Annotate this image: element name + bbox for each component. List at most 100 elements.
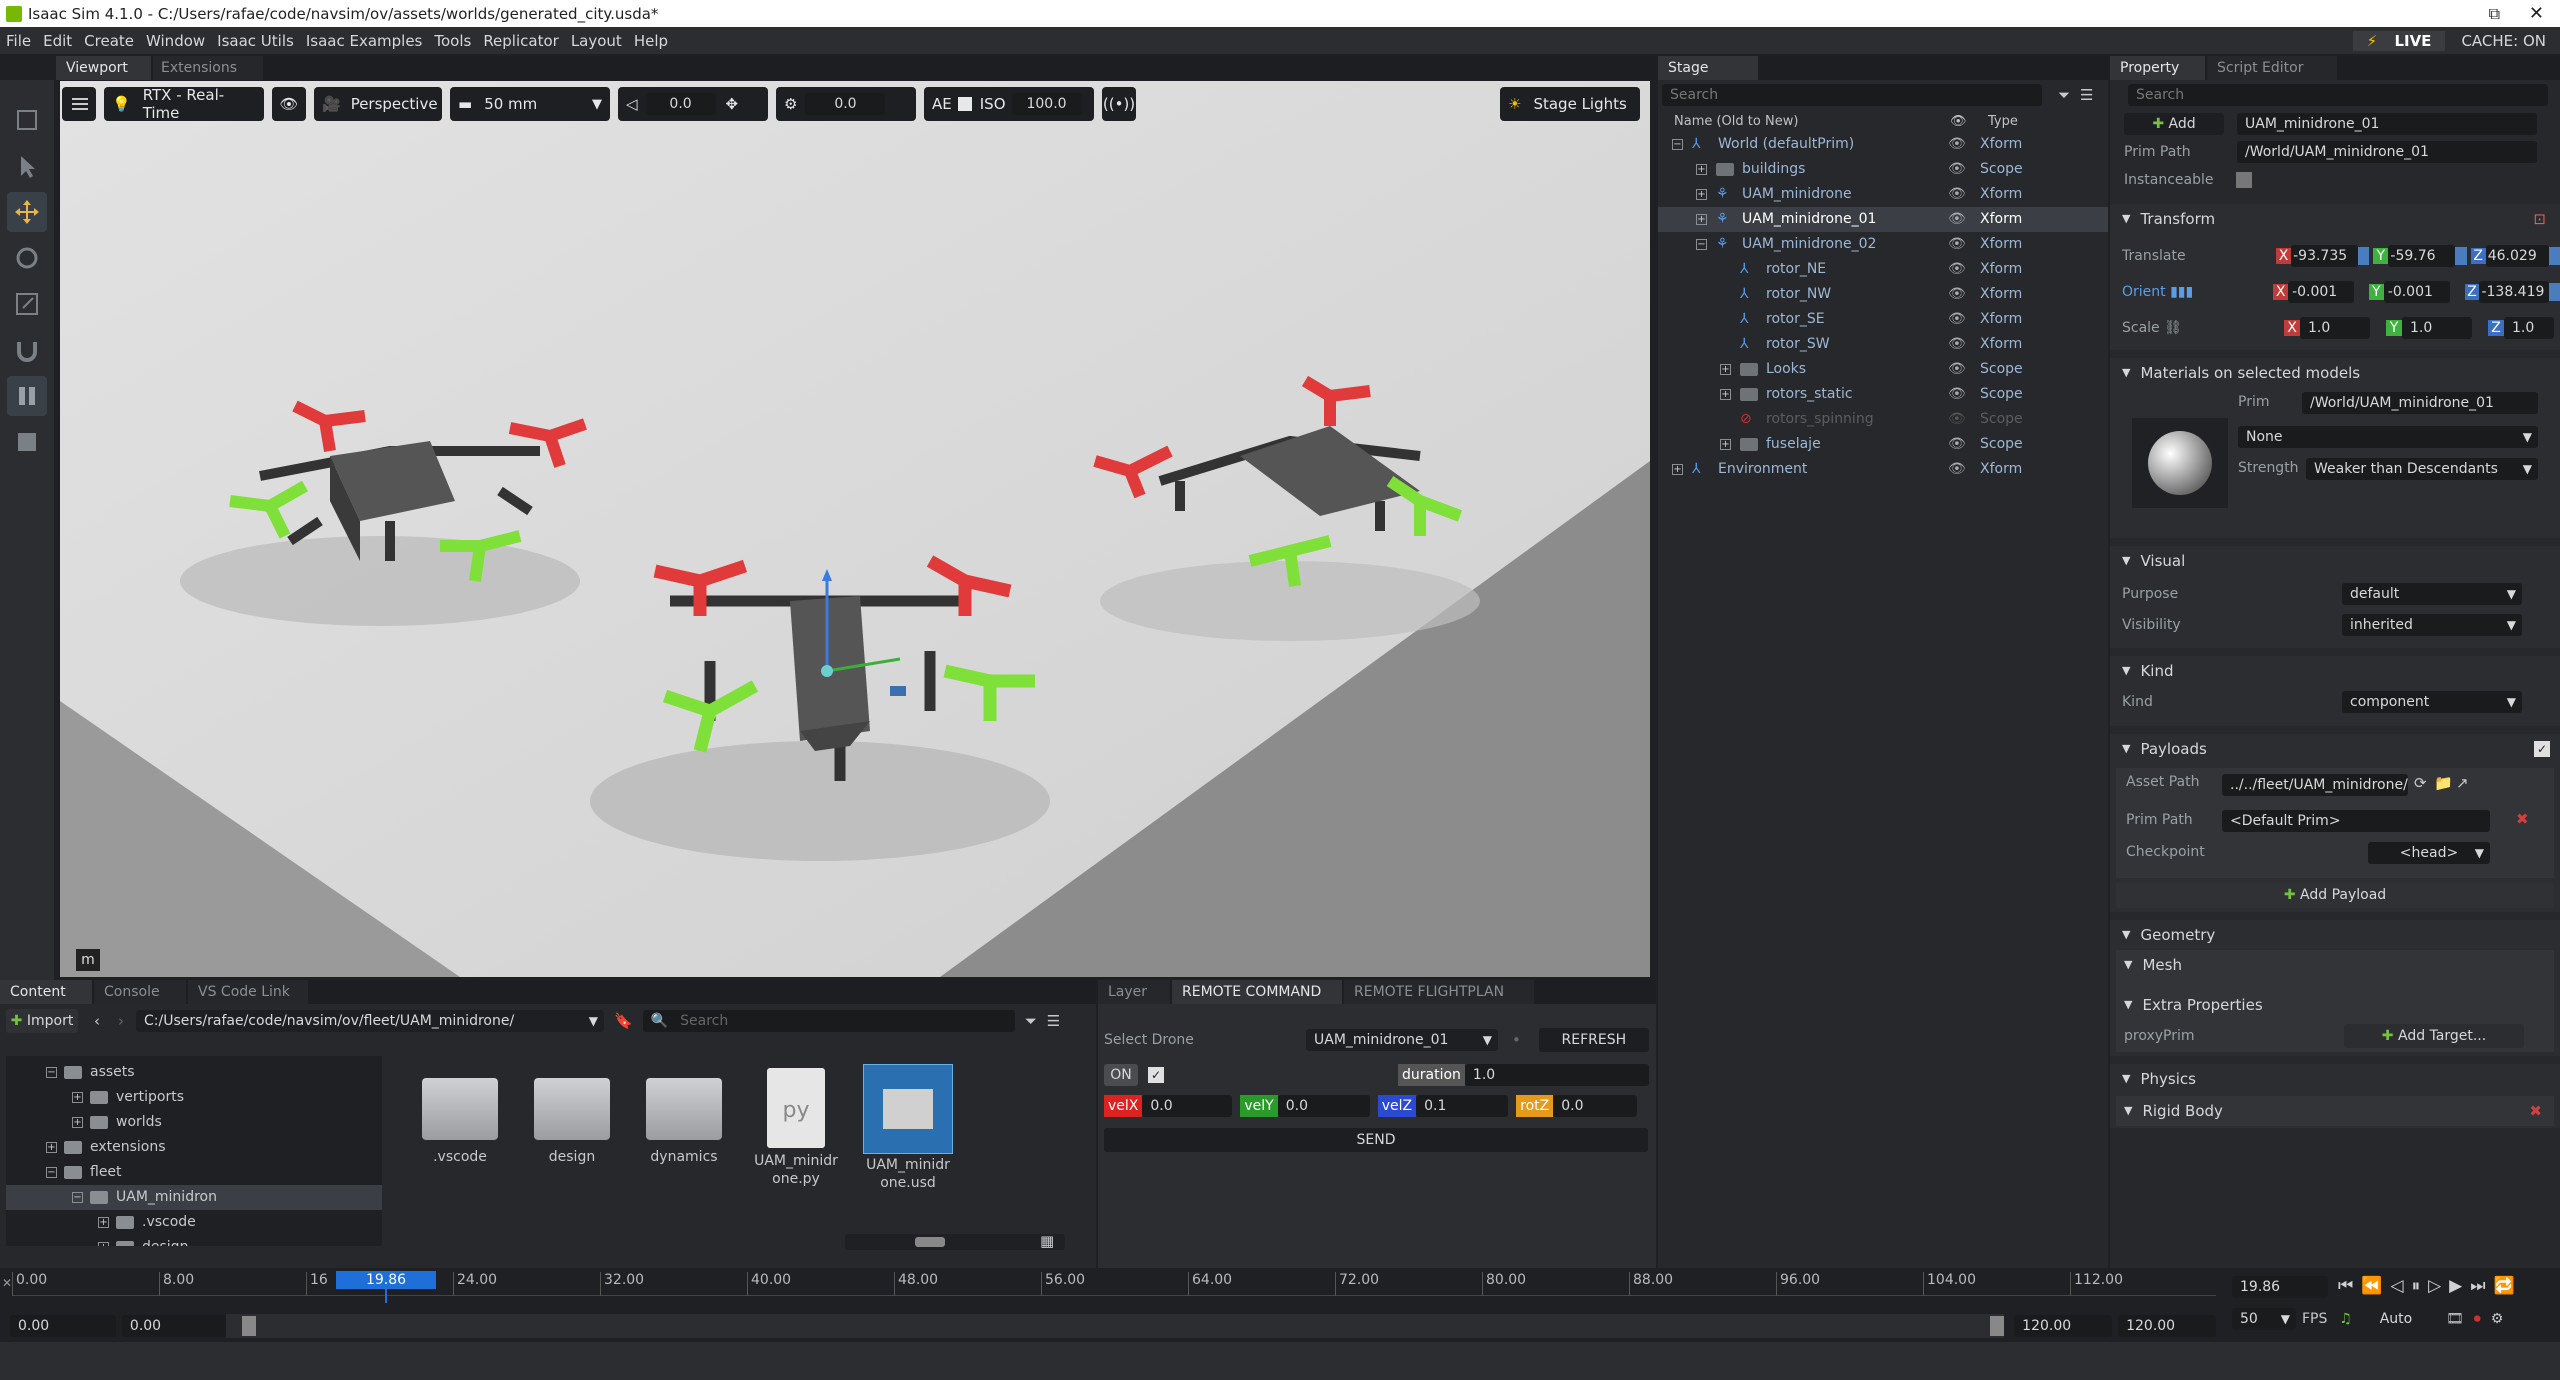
tab-extensions[interactable]: Extensions (153, 56, 263, 80)
visibility-dropdown[interactable]: inherited (2342, 613, 2522, 636)
orient-x-field[interactable]: -0.001 (2288, 281, 2354, 303)
checkpoint-dropdown[interactable]: <head> (2368, 842, 2490, 864)
expand-icon[interactable]: + (1672, 464, 1683, 475)
col-name-header[interactable]: Name (Old to New) (1674, 114, 1950, 129)
stage-row[interactable]: + ⅄ Environment 👁 Xform (1658, 457, 2108, 482)
eye-icon[interactable]: 👁 (1948, 257, 1966, 282)
lens-dropdown[interactable]: ▬ 50 mm ▼ (450, 87, 610, 121)
mesh-section-header[interactable]: ▼ Mesh (2116, 950, 2554, 980)
kind-dropdown[interactable]: component (2342, 691, 2522, 713)
stage-row[interactable]: + ⚘ UAM_minidrone_01 👁 Xform (1658, 207, 2108, 232)
stop-button[interactable] (7, 422, 47, 462)
payload-prim-path-field[interactable]: <Default Prim> (2222, 810, 2490, 832)
tab-script-editor[interactable]: Script Editor (2207, 56, 2337, 80)
purpose-dropdown[interactable]: default (2342, 582, 2522, 605)
menu-help[interactable]: Help (628, 32, 674, 50)
content-tree-item[interactable]: + extensions (6, 1135, 382, 1160)
menu-create[interactable]: Create (78, 32, 140, 50)
menu-isaac-utils[interactable]: Isaac Utils (211, 32, 300, 50)
filter-icon[interactable]: ⏷ (1025, 1012, 1037, 1030)
move-tool-button[interactable] (7, 192, 47, 232)
expand-icon[interactable]: + (1696, 214, 1707, 225)
physics-section-header[interactable]: ▼ Physics (2110, 1064, 2560, 1094)
material-dropdown[interactable]: None (2238, 426, 2538, 448)
stage-search-input[interactable]: Search (1662, 84, 2042, 106)
stage-lights-button[interactable]: ☀ Stage Lights (1500, 87, 1640, 121)
stage-row[interactable]: − ⚘ UAM_minidrone_02 👁 Xform (1658, 232, 2108, 257)
expand-icon[interactable]: + (1720, 364, 1731, 375)
expand-icon[interactable]: + (1696, 189, 1707, 200)
settings-icon[interactable]: ⚙ (2491, 1311, 2504, 1327)
open-icon[interactable]: ↗ (2456, 774, 2469, 792)
grid-view-icon[interactable]: ▦ (1040, 1232, 1054, 1250)
content-tree-item[interactable]: − assets (6, 1060, 382, 1085)
menu-tools[interactable]: Tools (428, 32, 477, 50)
tab-viewport[interactable]: Viewport (56, 56, 151, 80)
material-prim-field[interactable]: /World/UAM_minidrone_01 (2302, 392, 2538, 414)
stage-row[interactable]: ⅄ rotor_SE 👁 Xform (1658, 307, 2108, 332)
tab-layer[interactable]: Layer (1098, 980, 1170, 1004)
link-icon[interactable]: ⛓ (2164, 320, 2182, 336)
expand-icon[interactable]: + (1720, 439, 1731, 450)
content-tree-item[interactable]: + .vscode (6, 1210, 382, 1235)
expand-icon[interactable]: + (98, 1242, 109, 1246)
transform-options-icon[interactable]: ⊡ (2533, 204, 2546, 234)
eye-icon[interactable]: 👁 (1948, 457, 1966, 482)
extra-properties-header[interactable]: ▼ Extra Properties (2116, 990, 2554, 1020)
step-back-icon[interactable]: ⏪ (2361, 1276, 2382, 1296)
expand-icon[interactable]: + (1696, 164, 1707, 175)
stage-row[interactable]: + fuselaje 👁 Scope (1658, 432, 2108, 457)
import-button[interactable]: ✚ Import (6, 1009, 78, 1033)
eye-icon[interactable]: 👁 (1948, 332, 1966, 357)
ae-checkbox[interactable] (957, 97, 972, 111)
exposure-control[interactable]: ⚙ 0.0 (776, 87, 916, 121)
start-time-field-2[interactable]: 0.00 (121, 1315, 226, 1337)
file-item[interactable]: .vscode (404, 1064, 516, 1166)
eye-icon[interactable]: 👁 (1948, 357, 1966, 382)
add-button[interactable]: ✚ Add (2124, 113, 2224, 135)
content-tree-item[interactable]: − UAM_minidron (6, 1185, 382, 1210)
expand-icon[interactable]: + (1720, 389, 1731, 400)
pause-icon[interactable]: ⏸ (2412, 1276, 2421, 1296)
kind-section-header[interactable]: ▼ Kind (2110, 656, 2560, 686)
translate-z-field[interactable]: 46.029 (2485, 245, 2549, 267)
scale-tool-button[interactable] (7, 284, 47, 324)
record-icon[interactable]: ⏺ (2474, 1311, 2481, 1327)
menu-icon[interactable]: ☰ (1047, 1012, 1060, 1030)
menu-edit[interactable]: Edit (37, 32, 78, 50)
velx-field[interactable]: 0.0 (1142, 1095, 1233, 1117)
eye-icon[interactable]: 👁 (1948, 157, 1966, 182)
property-search-input[interactable]: Search (2128, 84, 2548, 106)
file-item[interactable]: dynamics (628, 1064, 740, 1166)
visual-section-header[interactable]: ▼ Visual (2110, 546, 2560, 576)
broadcast-button[interactable]: ((•)) (1102, 87, 1136, 121)
stage-row[interactable]: + rotors_static 👁 Scope (1658, 382, 2108, 407)
stage-row[interactable]: + ⚘ UAM_minidrone 👁 Xform (1658, 182, 2108, 207)
asset-path-field[interactable]: ../../fleet/UAM_minidrone/ (2222, 774, 2408, 796)
tab-remote-command[interactable]: REMOTE COMMAND (1172, 980, 1342, 1004)
menu-window[interactable]: Window (140, 32, 211, 50)
add-payload-button[interactable]: ✚ Add Payload (2116, 882, 2554, 908)
eye-icon[interactable]: 👁 (1948, 182, 1966, 207)
visibility-button[interactable]: 👁 (272, 87, 306, 121)
collapse-icon[interactable]: − (46, 1067, 57, 1078)
start-time-field[interactable]: 0.00 (10, 1315, 116, 1337)
content-tree-item[interactable]: + worlds (6, 1110, 382, 1135)
expand-icon[interactable]: + (72, 1117, 83, 1128)
stage-row[interactable]: + buildings 👁 Scope (1658, 157, 2108, 182)
stage-row[interactable]: ⅄ rotor_SW 👁 Xform (1658, 332, 2108, 357)
transform-section-header[interactable]: ▼ Transform ⊡ (2110, 204, 2560, 234)
collapse-icon[interactable]: − (1672, 139, 1683, 150)
prim-name-field[interactable]: UAM_minidrone_01 (2237, 113, 2537, 135)
remove-rigid-body-icon[interactable]: ✖ (2529, 1096, 2542, 1126)
timeline-playhead[interactable]: 19.86 (336, 1271, 436, 1289)
eye-icon[interactable]: 👁 (1948, 282, 1966, 307)
eye-icon[interactable]: 👁 (1948, 407, 1966, 432)
tab-content[interactable]: Content (0, 980, 92, 1004)
content-tree-item[interactable]: + vertiports (6, 1085, 382, 1110)
tab-property[interactable]: Property (2110, 56, 2205, 80)
drone-dropdown[interactable]: UAM_minidrone_01 (1306, 1029, 1498, 1051)
eye-icon[interactable]: 👁 (1948, 207, 1966, 232)
remove-payload-icon[interactable]: ✖ (2516, 810, 2529, 828)
translate-x-field[interactable]: -93.735 (2291, 245, 2358, 267)
